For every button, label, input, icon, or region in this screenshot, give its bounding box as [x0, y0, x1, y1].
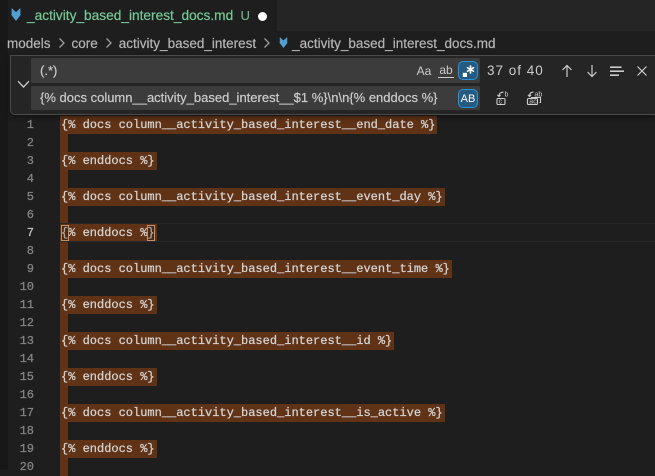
svg-text:c: c: [499, 99, 503, 106]
svg-text:ac: ac: [529, 99, 537, 106]
svg-text:ab: ab: [535, 92, 543, 99]
svg-text:b: b: [505, 92, 509, 99]
